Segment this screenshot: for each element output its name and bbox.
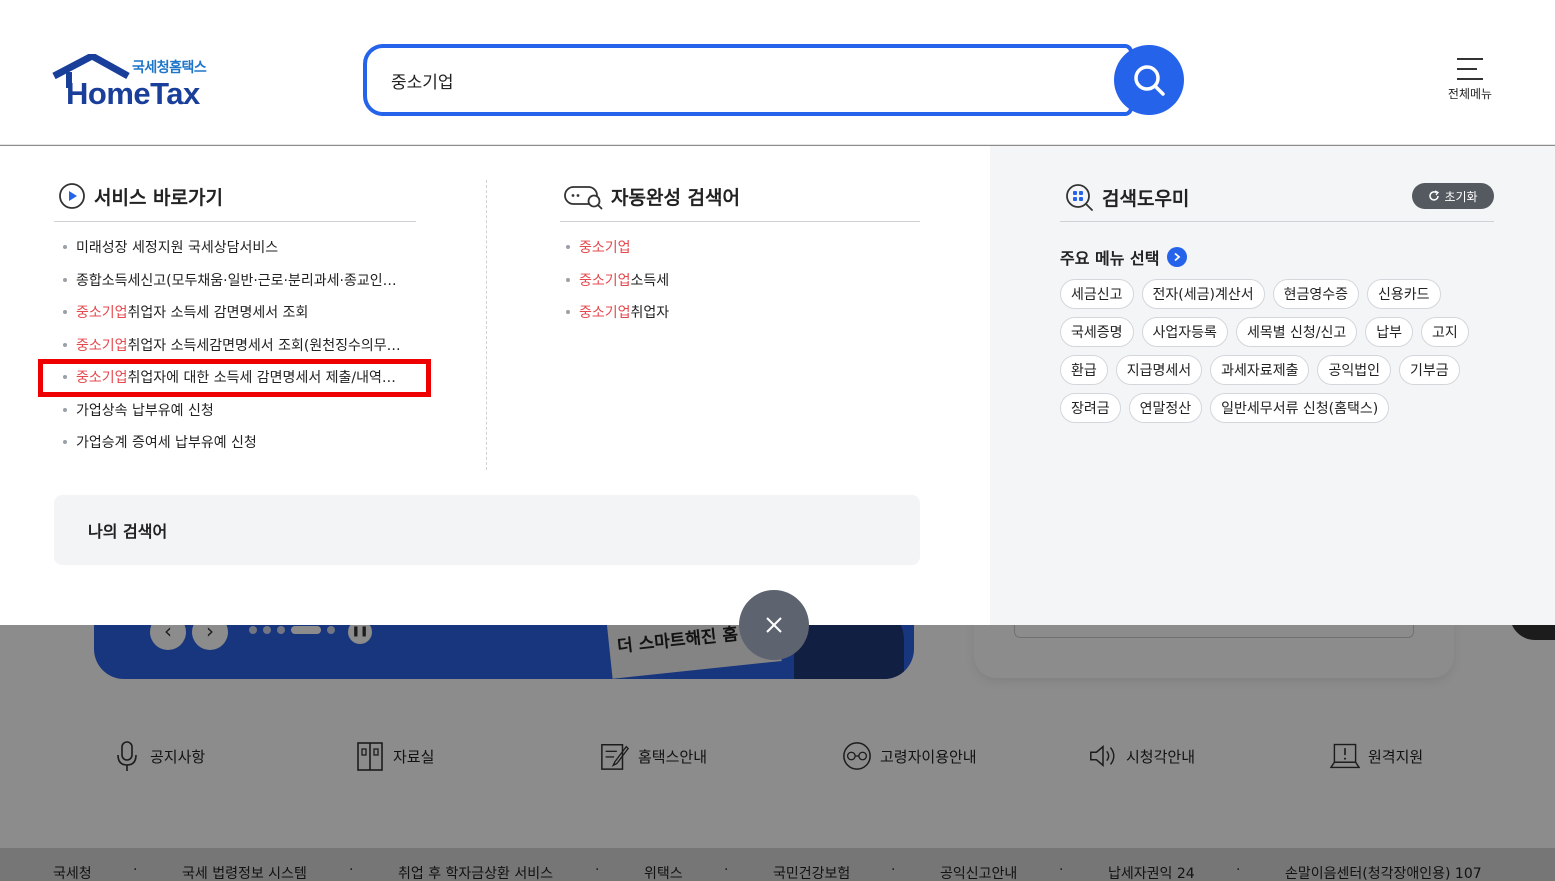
menu-chip[interactable]: 환급	[1060, 355, 1108, 385]
menu-chip[interactable]: 공익법인	[1317, 355, 1391, 385]
menu-chip-area: 세금신고 전자(세금)계산서 현금영수증 신용카드 국세증명 사업자등록 세목별…	[1060, 279, 1500, 431]
service-shortcut-item[interactable]: 중소기업 취업자 소득세감면명세서 조회(원천징수의무…	[63, 329, 401, 362]
reset-button[interactable]: 초기화	[1412, 183, 1494, 209]
search-helper-title-text: 검색도우미	[1102, 187, 1190, 210]
all-menu-button[interactable]: 전체메뉴	[1440, 54, 1500, 110]
close-icon	[766, 617, 782, 633]
item-text: 가업상속 납부유예 신청	[76, 402, 214, 419]
header: 국세청홈택스 HomeTax 전체메뉴	[0, 0, 1555, 145]
refresh-icon	[1429, 190, 1440, 201]
menu-chip[interactable]: 세금신고	[1060, 279, 1134, 309]
item-text: 종합소득세신고(모두채움·일반·근로·분리과세·종교인…	[76, 272, 397, 289]
all-menu-label: 전체메뉴	[1447, 87, 1493, 101]
bullet	[63, 277, 67, 282]
annotation-highlight-box	[38, 359, 431, 397]
keyword-highlight: 중소기업	[579, 240, 631, 257]
menu-chip[interactable]: 고지	[1421, 317, 1469, 347]
service-shortcuts-title: 서비스 바로가기	[58, 182, 223, 210]
logo-wordmark: HomeTax	[66, 76, 200, 111]
menu-chip[interactable]: 지급명세서	[1115, 355, 1203, 385]
service-shortcut-item[interactable]: 종합소득세신고(모두채움·일반·근로·분리과세·종교인…	[63, 264, 401, 297]
service-shortcuts-title-text: 서비스 바로가기	[94, 186, 223, 209]
keyword-highlight: 중소기업	[579, 272, 631, 289]
bullet	[63, 342, 67, 347]
keyword-highlight: 중소기업	[76, 305, 128, 322]
section-divider	[560, 221, 920, 222]
bullet	[63, 440, 67, 445]
my-search-box: 나의 검색어	[54, 495, 920, 565]
play-circle-icon	[59, 183, 85, 209]
autocomplete-title-text: 자동완성 검색어	[611, 186, 740, 209]
keyword-highlight: 중소기업	[76, 337, 128, 354]
autocomplete-item[interactable]: 중소기업 소득세	[566, 264, 669, 297]
bullet	[63, 310, 67, 315]
bullet	[63, 245, 67, 250]
chat-search-icon	[564, 186, 603, 210]
menu-chip[interactable]: 현금영수증	[1272, 279, 1360, 309]
chevron-right-icon	[1167, 247, 1188, 267]
menu-chip[interactable]: 세목별 신청/신고	[1235, 317, 1358, 347]
bullet	[566, 277, 570, 282]
menu-chip[interactable]: 연말정산	[1128, 393, 1203, 423]
autocomplete-item[interactable]: 중소기업 취업자	[566, 296, 669, 329]
bullet	[63, 407, 67, 412]
service-shortcut-item[interactable]: 가업상속 납부유예 신청	[63, 394, 401, 427]
service-shortcut-list: 미래성장 세정지원 국세상담서비스 종합소득세신고(모두채움·일반·근로·분리과…	[63, 231, 401, 459]
item-text: 미래성장 세정지원 국세상담서비스	[76, 240, 279, 257]
bullet	[566, 245, 570, 250]
menu-chip[interactable]: 과세자료제출	[1210, 355, 1310, 385]
menu-chip[interactable]: 일반세무서류 신청(홈택스)	[1210, 393, 1390, 423]
grid-search-icon	[1066, 184, 1093, 211]
bullet	[566, 310, 570, 315]
search-helper-title: 검색도우미	[1064, 182, 1189, 212]
hometax-logo[interactable]: 국세청홈택스 HomeTax	[52, 54, 222, 111]
service-shortcut-item[interactable]: 가업승계 증여세 납부유예 신청	[63, 426, 401, 459]
menu-chip[interactable]: 전자(세금)계산서	[1141, 279, 1265, 309]
autocomplete-title: 자동완성 검색어	[563, 182, 740, 210]
item-text: 취업자	[630, 305, 670, 322]
menu-chip[interactable]: 장려금	[1060, 393, 1121, 423]
section-divider	[54, 221, 416, 222]
keyword-highlight: 중소기업	[579, 305, 631, 322]
search-box	[363, 44, 1133, 116]
close-search-panel-button[interactable]	[739, 590, 809, 660]
logo-subtitle: 국세청홈택스	[132, 60, 207, 76]
hamburger-icon	[1457, 58, 1483, 80]
item-text: 취업자 소득세 감면명세서 조회	[127, 305, 309, 322]
reset-label: 초기화	[1444, 189, 1478, 204]
menu-chip[interactable]: 기부금	[1398, 355, 1460, 385]
item-text: 취업자 소득세감면명세서 조회(원천징수의무…	[127, 337, 401, 354]
search-input[interactable]	[391, 66, 1091, 94]
main-menu-select[interactable]: 주요 메뉴 선택	[1060, 245, 1188, 269]
column-divider	[486, 180, 487, 470]
main-menu-select-label: 주요 메뉴 선택	[1060, 249, 1160, 268]
search-icon	[1134, 65, 1165, 96]
menu-chip[interactable]: 국세증명	[1060, 317, 1134, 347]
menu-chip[interactable]: 사업자등록	[1141, 317, 1228, 347]
service-shortcut-item[interactable]: 미래성장 세정지원 국세상담서비스	[63, 231, 401, 264]
my-search-title: 나의 검색어	[88, 522, 168, 541]
item-text: 소득세	[630, 272, 670, 289]
menu-chip[interactable]: 신용카드	[1367, 279, 1441, 309]
autocomplete-item[interactable]: 중소기업	[566, 231, 669, 264]
autocomplete-list: 중소기업 중소기업 소득세 중소기업 취업자	[566, 231, 669, 329]
menu-chip[interactable]: 납부	[1365, 317, 1414, 347]
section-divider	[1060, 221, 1494, 222]
item-text: 가업승계 증여세 납부유예 신청	[76, 435, 257, 452]
search-button[interactable]	[1114, 45, 1184, 115]
service-shortcut-item[interactable]: 중소기업 취업자 소득세 감면명세서 조회	[63, 296, 401, 329]
